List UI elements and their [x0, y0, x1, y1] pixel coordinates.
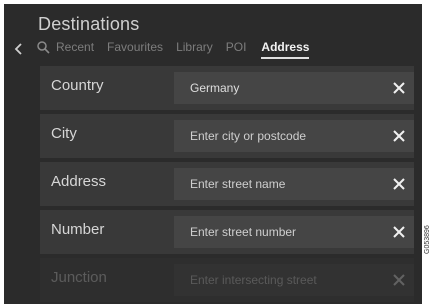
page-title: Destinations [38, 14, 140, 34]
tab-bar: Recent Favourites Library POI Address [36, 40, 322, 59]
tab-favourites[interactable]: Favourites [107, 40, 163, 54]
image-code: G053896 [424, 225, 431, 254]
tab-poi[interactable]: POI [226, 40, 247, 54]
form-row-country: Country Germany [40, 66, 414, 110]
form-row-address: Address Enter street name [40, 162, 414, 206]
close-icon[interactable] [392, 81, 406, 95]
city-field[interactable]: Enter city or postcode [174, 120, 414, 152]
close-icon[interactable] [392, 273, 406, 287]
city-label: City [51, 125, 77, 142]
search-icon[interactable] [36, 40, 50, 54]
chevron-left-icon[interactable] [13, 42, 25, 56]
form-row-junction: Junction Enter intersecting street [40, 258, 414, 302]
country-field[interactable]: Germany [174, 72, 414, 104]
junction-placeholder: Enter intersecting street [190, 273, 317, 287]
destinations-screen: Destinations Recent Favourites Library P… [4, 4, 422, 304]
number-field[interactable]: Enter street number [174, 216, 414, 248]
close-icon[interactable] [392, 225, 406, 239]
city-placeholder: Enter city or postcode [190, 129, 307, 143]
address-field[interactable]: Enter street name [174, 168, 414, 200]
form-row-number: Number Enter street number [40, 210, 414, 254]
address-placeholder: Enter street name [190, 177, 286, 191]
number-placeholder: Enter street number [190, 225, 297, 239]
junction-label: Junction [51, 269, 107, 286]
number-label: Number [51, 221, 105, 238]
form-row-city: City Enter city or postcode [40, 114, 414, 158]
close-icon[interactable] [392, 177, 406, 191]
address-label: Address [51, 173, 107, 190]
close-icon[interactable] [392, 129, 406, 143]
tab-address[interactable]: Address [261, 40, 310, 59]
tab-library[interactable]: Library [176, 40, 213, 54]
country-label: Country [51, 77, 104, 94]
junction-field[interactable]: Enter intersecting street [174, 264, 414, 296]
country-value: Germany [190, 81, 240, 95]
tab-recent[interactable]: Recent [56, 40, 94, 54]
